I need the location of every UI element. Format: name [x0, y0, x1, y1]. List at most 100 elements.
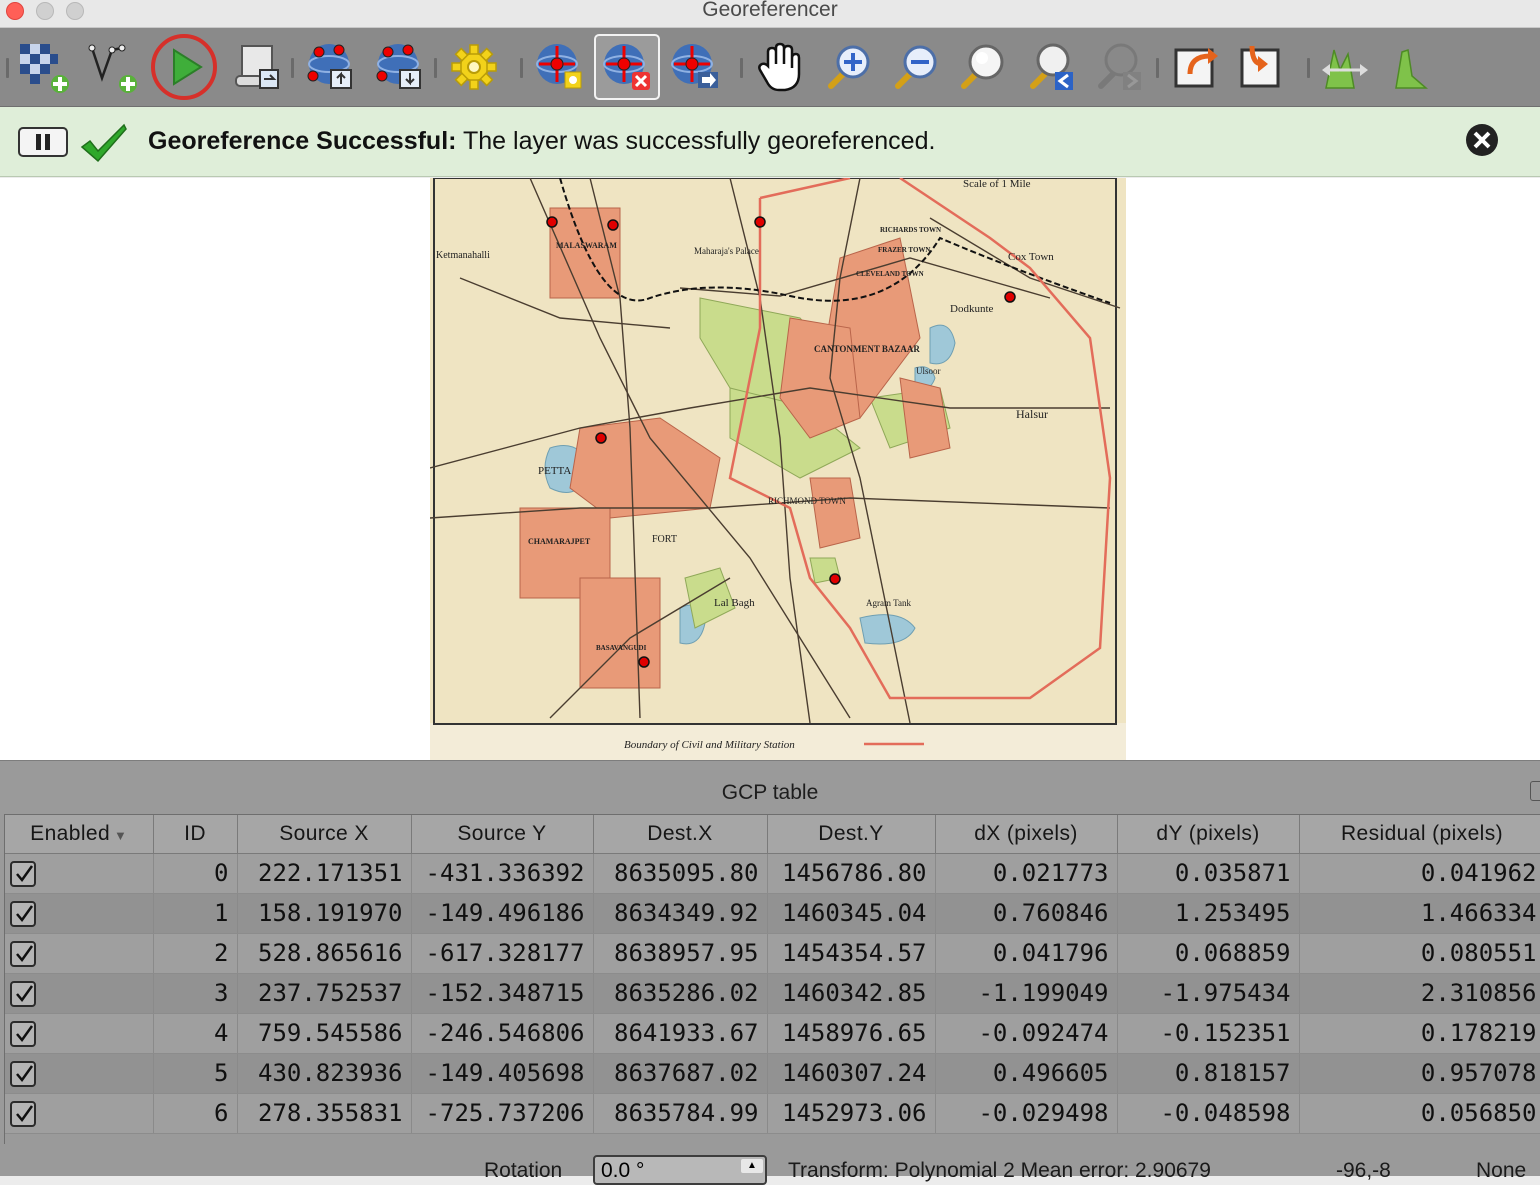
zoom-next-button[interactable]	[1085, 34, 1151, 100]
zoom-out-button[interactable]	[882, 34, 948, 100]
column-header-source-x[interactable]: Source X	[237, 815, 412, 854]
cell-residual[interactable]: 0.041962	[1299, 853, 1540, 894]
cell-src-y[interactable]: -149.405698	[411, 1053, 594, 1094]
column-header-dest-y[interactable]: Dest.Y	[767, 815, 936, 854]
spin-up-icon[interactable]: ▲	[741, 1159, 763, 1173]
cell-id[interactable]: 6	[153, 1093, 238, 1134]
cell-id[interactable]: 2	[153, 933, 238, 974]
cell-src-x[interactable]: 528.865616	[237, 933, 412, 974]
column-header-id[interactable]: ID	[153, 815, 238, 854]
cell-dy[interactable]: -0.152351	[1117, 1013, 1300, 1054]
cell-src-y[interactable]: -725.737206	[411, 1093, 594, 1134]
column-header-dy[interactable]: dY (pixels)	[1117, 815, 1300, 854]
table-row[interactable]: 1 158.191970 -149.496186 8634349.92 1460345.…	[5, 893, 1540, 934]
gcp-point[interactable]	[607, 219, 619, 231]
cell-dest-x[interactable]: 8641933.67	[593, 1013, 768, 1054]
enabled-checkbox[interactable]	[10, 901, 36, 927]
cell-dy[interactable]: 0.818157	[1117, 1053, 1300, 1094]
cell-src-x[interactable]: 222.171351	[237, 853, 412, 894]
move-gcp-point-button[interactable]	[662, 34, 728, 100]
zoom-in-button[interactable]	[815, 34, 881, 100]
table-row[interactable]: 5 430.823936 -149.405698 8637687.02 1460307.…	[5, 1053, 1540, 1094]
cell-dest-y[interactable]: 1460307.24	[767, 1053, 936, 1094]
generate-gdal-script-button[interactable]	[224, 34, 290, 100]
pause-timer-button[interactable]	[18, 127, 68, 157]
cell-id[interactable]: 1	[153, 893, 238, 934]
run-button[interactable]	[151, 34, 217, 100]
cell-residual[interactable]: 0.080551	[1299, 933, 1540, 974]
cell-dx[interactable]: -1.199049	[935, 973, 1118, 1014]
cell-dest-x[interactable]: 8637687.02	[593, 1053, 768, 1094]
column-header-enabled[interactable]: Enabled ▼	[5, 815, 154, 854]
cell-src-x[interactable]: 430.823936	[237, 1053, 412, 1094]
gcp-point[interactable]	[754, 216, 766, 228]
delete-point-button[interactable]	[594, 34, 660, 100]
cell-id[interactable]: 3	[153, 973, 238, 1014]
cell-dx[interactable]: -0.029498	[935, 1093, 1118, 1134]
map-canvas[interactable]: Scale of 1 Mile Cox Town Ketmanahalli MA…	[0, 178, 1540, 760]
cell-id[interactable]: 0	[153, 853, 238, 894]
cell-dx[interactable]: 0.021773	[935, 853, 1118, 894]
cell-dest-x[interactable]: 8634349.92	[593, 893, 768, 934]
cell-dx[interactable]: 0.496605	[935, 1053, 1118, 1094]
enabled-checkbox[interactable]	[10, 981, 36, 1007]
cell-residual[interactable]: 0.957078	[1299, 1053, 1540, 1094]
enabled-checkbox[interactable]	[10, 1061, 36, 1087]
link-qgis-to-georef-button[interactable]	[1228, 34, 1294, 100]
cell-dest-y[interactable]: 1460342.85	[767, 973, 936, 1014]
cell-dest-x[interactable]: 8635784.99	[593, 1093, 768, 1134]
start-georeferencing-button[interactable]	[78, 34, 144, 100]
cell-id[interactable]: 5	[153, 1053, 238, 1094]
enabled-checkbox[interactable]	[10, 1101, 36, 1127]
cell-dy[interactable]: 1.253495	[1117, 893, 1300, 934]
cell-dx[interactable]: -0.092474	[935, 1013, 1118, 1054]
gcp-point[interactable]	[1004, 291, 1016, 303]
cell-dest-x[interactable]: 8635286.02	[593, 973, 768, 1014]
cell-id[interactable]: 4	[153, 1013, 238, 1054]
cell-dest-y[interactable]: 1460345.04	[767, 893, 936, 934]
column-header-dx[interactable]: dX (pixels)	[935, 815, 1118, 854]
table-row[interactable]: 3 237.752537 -152.348715 8635286.02 1460342.…	[5, 973, 1540, 1014]
cell-dy[interactable]: -1.975434	[1117, 973, 1300, 1014]
historic-map-raster[interactable]: Scale of 1 Mile Cox Town Ketmanahalli MA…	[430, 178, 1126, 760]
cell-dx[interactable]: 0.760846	[935, 893, 1118, 934]
table-row[interactable]: 0 222.171351 -431.336392 8635095.80 1456786.…	[5, 853, 1540, 894]
transformation-settings-button[interactable]	[441, 34, 507, 100]
zoom-to-layer-button[interactable]	[948, 34, 1014, 100]
link-georef-to-qgis-button[interactable]	[1162, 34, 1228, 100]
cell-residual[interactable]: 2.310856	[1299, 973, 1540, 1014]
gcp-panel-close-button[interactable]	[1530, 781, 1540, 801]
table-row[interactable]: 6 278.355831 -725.737206 8635784.99 1452973.…	[5, 1093, 1540, 1134]
cell-dest-y[interactable]: 1452973.06	[767, 1093, 936, 1134]
column-header-source-y[interactable]: Source Y	[411, 815, 594, 854]
add-point-button[interactable]	[527, 34, 593, 100]
gcp-table-container[interactable]: Enabled ▼ ID Source X Source Y Dest.X Des…	[4, 814, 1540, 1144]
gcp-point[interactable]	[546, 216, 558, 228]
cell-residual[interactable]: 1.466334	[1299, 893, 1540, 934]
cell-src-y[interactable]: -152.348715	[411, 973, 594, 1014]
rotation-spinbox[interactable]: 0.0 ° ▲	[593, 1155, 767, 1185]
cell-src-y[interactable]: -617.328177	[411, 933, 594, 974]
cell-dx[interactable]: 0.041796	[935, 933, 1118, 974]
enabled-checkbox[interactable]	[10, 1021, 36, 1047]
cell-src-y[interactable]: -431.336392	[411, 853, 594, 894]
cell-src-x[interactable]: 237.752537	[237, 973, 412, 1014]
local-histogram-stretch-button[interactable]	[1380, 34, 1446, 100]
cell-src-y[interactable]: -149.496186	[411, 893, 594, 934]
close-message-icon[interactable]	[1465, 123, 1499, 157]
full-histogram-stretch-button[interactable]	[1312, 34, 1378, 100]
cell-residual[interactable]: 0.178219	[1299, 1013, 1540, 1054]
cell-dest-y[interactable]: 1456786.80	[767, 853, 936, 894]
zoom-last-button[interactable]	[1017, 34, 1083, 100]
gcp-point[interactable]	[638, 656, 650, 668]
table-row[interactable]: 4 759.545586 -246.546806 8641933.67 1458976.…	[5, 1013, 1540, 1054]
column-header-residual[interactable]: Residual (pixels)	[1299, 815, 1540, 854]
save-gcp-points-button[interactable]	[366, 34, 432, 100]
open-raster-button[interactable]	[10, 34, 76, 100]
cell-dest-y[interactable]: 1454354.57	[767, 933, 936, 974]
cell-dest-x[interactable]: 8638957.95	[593, 933, 768, 974]
cell-dest-y[interactable]: 1458976.65	[767, 1013, 936, 1054]
cell-dy[interactable]: 0.068859	[1117, 933, 1300, 974]
cell-dest-x[interactable]: 8635095.80	[593, 853, 768, 894]
enabled-checkbox[interactable]	[10, 941, 36, 967]
